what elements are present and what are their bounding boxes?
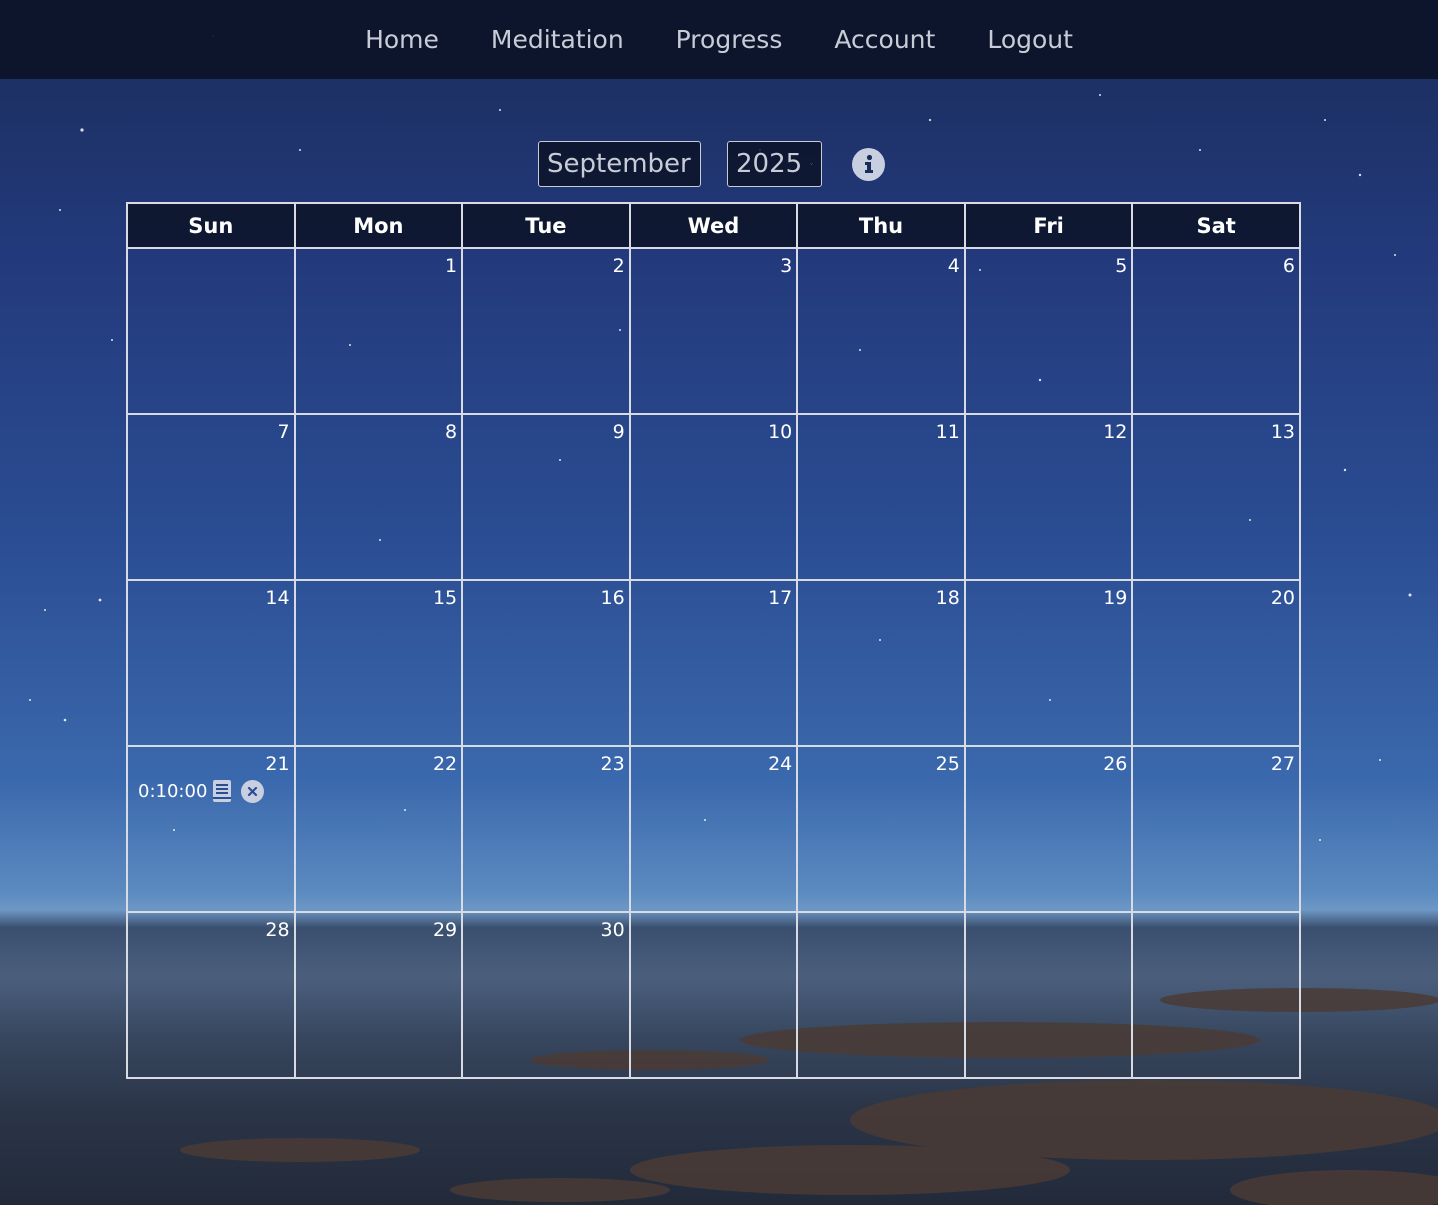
calendar-day-cell[interactable]: 20 [1131, 579, 1301, 747]
calendar-day-cell[interactable]: 2 [461, 247, 631, 415]
top-navbar: Home Meditation Progress Account Logout [0, 0, 1438, 79]
calendar-day-cell[interactable]: 14 [126, 579, 296, 747]
weekday-header: Sat [1131, 202, 1301, 249]
info-icon [864, 154, 873, 173]
month-select-value: September [547, 149, 691, 179]
day-number: 29 [432, 919, 458, 941]
calendar-day-cell[interactable]: 18 [796, 579, 966, 747]
year-select[interactable]: 2025 [727, 141, 822, 187]
calendar-day-cell[interactable]: 23 [461, 745, 631, 913]
weekday-header-row: Sun Mon Tue Wed Thu Fri Sat [126, 202, 1301, 249]
day-number: 4 [947, 255, 960, 277]
weekday-header: Thu [796, 202, 966, 249]
day-number: 11 [935, 421, 960, 443]
chevron-down-icon [810, 163, 813, 165]
calendar-day-cell[interactable]: 12 [963, 413, 1134, 581]
day-number: 26 [1103, 753, 1128, 775]
day-number: 18 [935, 587, 960, 609]
calendar-grid: Sun Mon Tue Wed Thu Fri Sat 1 2 3 4 5 6 … [126, 202, 1301, 1079]
calendar-day-cell[interactable]: 1 [293, 247, 464, 415]
day-number: 30 [600, 919, 625, 941]
nav-home-link[interactable]: Home [365, 25, 439, 54]
calendar-week-row: 7 8 9 10 11 12 13 [126, 413, 1301, 581]
day-number: 3 [780, 255, 793, 277]
book-icon[interactable] [212, 779, 232, 803]
meditation-entry: 0:10:00 [138, 779, 265, 803]
calendar-day-cell[interactable]: 3 [628, 247, 799, 415]
day-number: 5 [1115, 255, 1128, 277]
calendar-day-cell-empty [1131, 911, 1301, 1079]
weekday-header: Wed [628, 202, 799, 249]
calendar-day-cell[interactable]: 27 [1131, 745, 1301, 913]
weekday-header: Fri [963, 202, 1134, 249]
calendar-day-cell[interactable]: 9 [461, 413, 631, 581]
year-select-value: 2025 [736, 149, 803, 179]
day-number: 28 [265, 919, 290, 941]
calendar-week-row: 14 15 16 17 18 19 20 [126, 579, 1301, 747]
day-number: 8 [445, 421, 458, 443]
calendar-day-cell[interactable]: 6 [1131, 247, 1301, 415]
calendar-day-cell[interactable]: 13 [1131, 413, 1301, 581]
day-number: 15 [432, 587, 458, 609]
info-button[interactable] [852, 147, 885, 181]
day-number: 22 [432, 753, 458, 775]
calendar-controls: September 2025 [538, 141, 885, 187]
calendar-day-cell[interactable]: 17 [628, 579, 799, 747]
day-number: 25 [935, 753, 960, 775]
day-number: 13 [1270, 421, 1295, 443]
day-number: 20 [1270, 587, 1295, 609]
calendar-day-cell[interactable]: 7 [126, 413, 296, 581]
calendar-day-cell[interactable]: 8 [293, 413, 464, 581]
weekday-header: Sun [126, 202, 296, 249]
nav-account-link[interactable]: Account [834, 25, 935, 54]
calendar-day-cell[interactable]: 10 [628, 413, 799, 581]
calendar-day-cell[interactable]: 26 [963, 745, 1134, 913]
day-number: 10 [768, 421, 793, 443]
calendar-day-cell[interactable]: 24 [628, 745, 799, 913]
calendar-day-cell-empty [963, 911, 1134, 1079]
close-icon [248, 786, 258, 796]
day-number: 12 [1103, 421, 1128, 443]
weekday-header: Tue [461, 202, 631, 249]
calendar-day-cell[interactable]: 4 [796, 247, 966, 415]
day-number: 19 [1103, 587, 1128, 609]
calendar-week-row: 28 29 30 [126, 911, 1301, 1079]
calendar-day-cell[interactable]: 5 [963, 247, 1134, 415]
calendar-day-cell[interactable]: 15 [293, 579, 464, 747]
day-number: 21 [265, 753, 290, 775]
day-number: 9 [612, 421, 625, 443]
calendar-day-cell[interactable]: 21 0:10:00 [126, 745, 296, 913]
calendar-week-row: 21 0:10:00 22 23 24 25 26 27 [126, 745, 1301, 913]
nav-meditation-link[interactable]: Meditation [491, 25, 624, 54]
meditation-duration: 0:10:00 [138, 780, 208, 802]
calendar-week-row: 1 2 3 4 5 6 [126, 247, 1301, 415]
nav-progress-link[interactable]: Progress [676, 25, 783, 54]
nav-logout-link[interactable]: Logout [987, 25, 1073, 54]
calendar-day-cell[interactable]: 30 [461, 911, 631, 1079]
day-number: 14 [265, 587, 290, 609]
calendar-day-cell-empty [628, 911, 799, 1079]
day-number: 17 [768, 587, 793, 609]
calendar-day-cell[interactable]: 29 [293, 911, 464, 1079]
day-number: 6 [1282, 255, 1295, 277]
calendar-day-cell[interactable]: 22 [293, 745, 464, 913]
calendar-day-cell[interactable]: 16 [461, 579, 631, 747]
day-number: 7 [277, 421, 290, 443]
calendar-day-cell[interactable]: 19 [963, 579, 1134, 747]
day-number: 2 [612, 255, 625, 277]
calendar-day-cell[interactable]: 11 [796, 413, 966, 581]
month-select[interactable]: September [538, 141, 701, 187]
calendar-day-cell[interactable]: 25 [796, 745, 966, 913]
day-number: 16 [600, 587, 625, 609]
day-number: 23 [600, 753, 625, 775]
weekday-header: Mon [293, 202, 464, 249]
calendar-day-cell[interactable]: 28 [126, 911, 296, 1079]
calendar-day-cell-empty [126, 247, 296, 415]
delete-entry-button[interactable] [241, 779, 265, 803]
day-number: 1 [445, 255, 458, 277]
day-number: 24 [768, 753, 793, 775]
calendar-day-cell-empty [796, 911, 966, 1079]
day-number: 27 [1270, 753, 1295, 775]
